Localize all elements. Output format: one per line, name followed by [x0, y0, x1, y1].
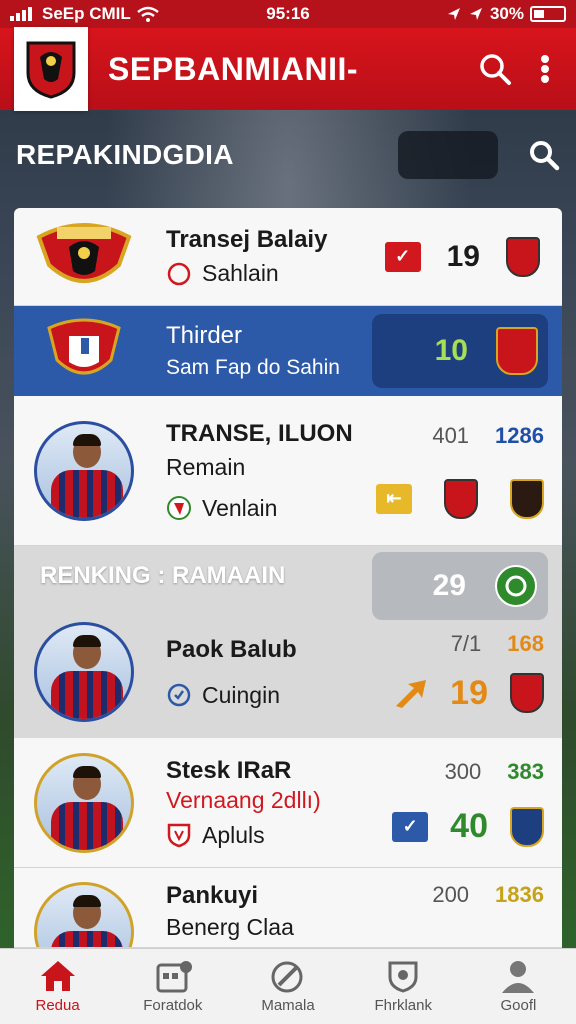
nav-label: Goofl: [500, 997, 537, 1014]
club-badge-icon: [506, 236, 540, 277]
status-bar: SeEp CMIL 95:16 30%: [0, 0, 576, 28]
location-icon: [469, 8, 482, 20]
list-item[interactable]: Transej Balaiy Sahlain ✓ 19: [14, 208, 562, 306]
stat-value: 168: [507, 631, 544, 656]
stat-value: 7/1: [450, 631, 482, 656]
search-icon[interactable]: [528, 139, 560, 171]
row-stat: 19: [446, 239, 480, 273]
tag-icon[interactable]: ⇤: [376, 483, 412, 514]
row-name: Stesk IRaR: [166, 756, 292, 784]
clock-icon: [167, 683, 191, 707]
nav-label: Redua: [35, 997, 80, 1014]
list-item[interactable]: Stesk IRaR Vernaang 2dllı) Apluls 300 38…: [14, 738, 562, 868]
stat-value: 19: [450, 673, 488, 712]
row-sub: Remain: [166, 453, 246, 480]
user-icon: [502, 961, 535, 993]
club-logo[interactable]: [14, 27, 88, 111]
shield-icon: [167, 823, 191, 848]
avatar: [34, 882, 134, 947]
more-vertical-icon[interactable]: [540, 54, 550, 84]
club-badge-icon: [496, 327, 538, 375]
avatar: [34, 622, 134, 722]
stat-value: 383: [507, 758, 544, 784]
battery-icon: [529, 6, 566, 22]
list-item[interactable]: Pankuyi Benerg Claa 200 1836: [14, 868, 562, 948]
nav-item-stats[interactable]: Mamala: [230, 949, 345, 1024]
stat-value: 401: [432, 422, 470, 448]
location-icon: [447, 8, 460, 20]
battery-percent: 30%: [489, 4, 524, 23]
home-icon: [40, 961, 75, 991]
club-badge-icon: [510, 478, 544, 519]
row-name: TRANSE, ILUON: [166, 419, 353, 447]
search-icon[interactable]: [478, 52, 512, 86]
circle-outline-icon: [167, 262, 191, 285]
stat-value: 300: [444, 758, 482, 784]
row-sub-secondary: Apluls: [202, 821, 265, 848]
nav-label: Mamala: [261, 997, 315, 1014]
row-name: Pankuyi: [166, 882, 259, 909]
check-icon[interactable]: ✓: [392, 811, 429, 842]
row-sub: Sahlain: [202, 260, 279, 286]
avatar: [34, 752, 134, 853]
stat-value: 1836: [495, 882, 544, 907]
row-sub-secondary: Venlain: [202, 494, 278, 521]
rank-box: 10: [372, 314, 548, 388]
club-crest-icon: [47, 318, 121, 375]
bottom-nav: Redua Foratdok Mamala Fhrklank Goofl: [0, 948, 576, 1024]
club-badge-icon: [510, 673, 544, 713]
stat-value: 200: [432, 882, 470, 907]
calendar-icon: [156, 961, 192, 993]
row-sub: Cuingin: [202, 681, 280, 708]
nav-label: Foratdok: [143, 997, 203, 1014]
filter-pill[interactable]: [398, 131, 498, 179]
stat-value: 40: [450, 807, 488, 845]
edit-icon: [271, 961, 303, 993]
list-item[interactable]: TRANSE, ILUON Remain Venlain 401 1286 ⇤: [14, 396, 562, 546]
row-sub: Vernaang 2dllı): [166, 786, 321, 813]
wifi-icon: [137, 6, 159, 22]
club-crest-icon: [26, 41, 76, 99]
section-header: REPAKINDGDIA: [0, 125, 576, 185]
nav-item-ranking[interactable]: Fhrklank: [346, 949, 461, 1024]
row-stat: 10: [434, 334, 468, 367]
club-crest-icon: [36, 222, 132, 283]
nav-label: Fhrklank: [374, 997, 432, 1014]
avatar: [34, 420, 134, 521]
row-name: Transej Balaiy: [166, 226, 328, 253]
status-time: 95:16: [266, 4, 310, 23]
badge-icon: [167, 496, 191, 520]
rank-value: 29: [432, 569, 466, 602]
arrow-icon: [396, 680, 427, 708]
club-badge-icon: [510, 806, 544, 847]
nav-item-fixtures[interactable]: Foratdok: [115, 949, 230, 1024]
shield-icon: [388, 961, 418, 993]
app-bar: SEPBANMIANII-: [0, 27, 576, 111]
row-name: Paok Balub: [166, 635, 297, 663]
signal-icon: [10, 7, 32, 21]
row-sub: Benerg Claa: [166, 914, 294, 940]
recycle-icon: [495, 565, 537, 607]
app-title: SEPBANMIANII-: [108, 50, 359, 87]
nav-item-home[interactable]: Redua: [0, 949, 115, 1024]
club-badge-icon: [444, 478, 478, 519]
carrier-label: SeEp CMIL: [42, 4, 131, 23]
nav-item-profile[interactable]: Goofl: [461, 949, 576, 1024]
check-icon[interactable]: ✓: [384, 241, 421, 272]
rank-box: 29: [372, 552, 548, 620]
stat-value: 1286: [495, 422, 544, 448]
section-title: REPAKINDGDIA: [16, 139, 234, 170]
